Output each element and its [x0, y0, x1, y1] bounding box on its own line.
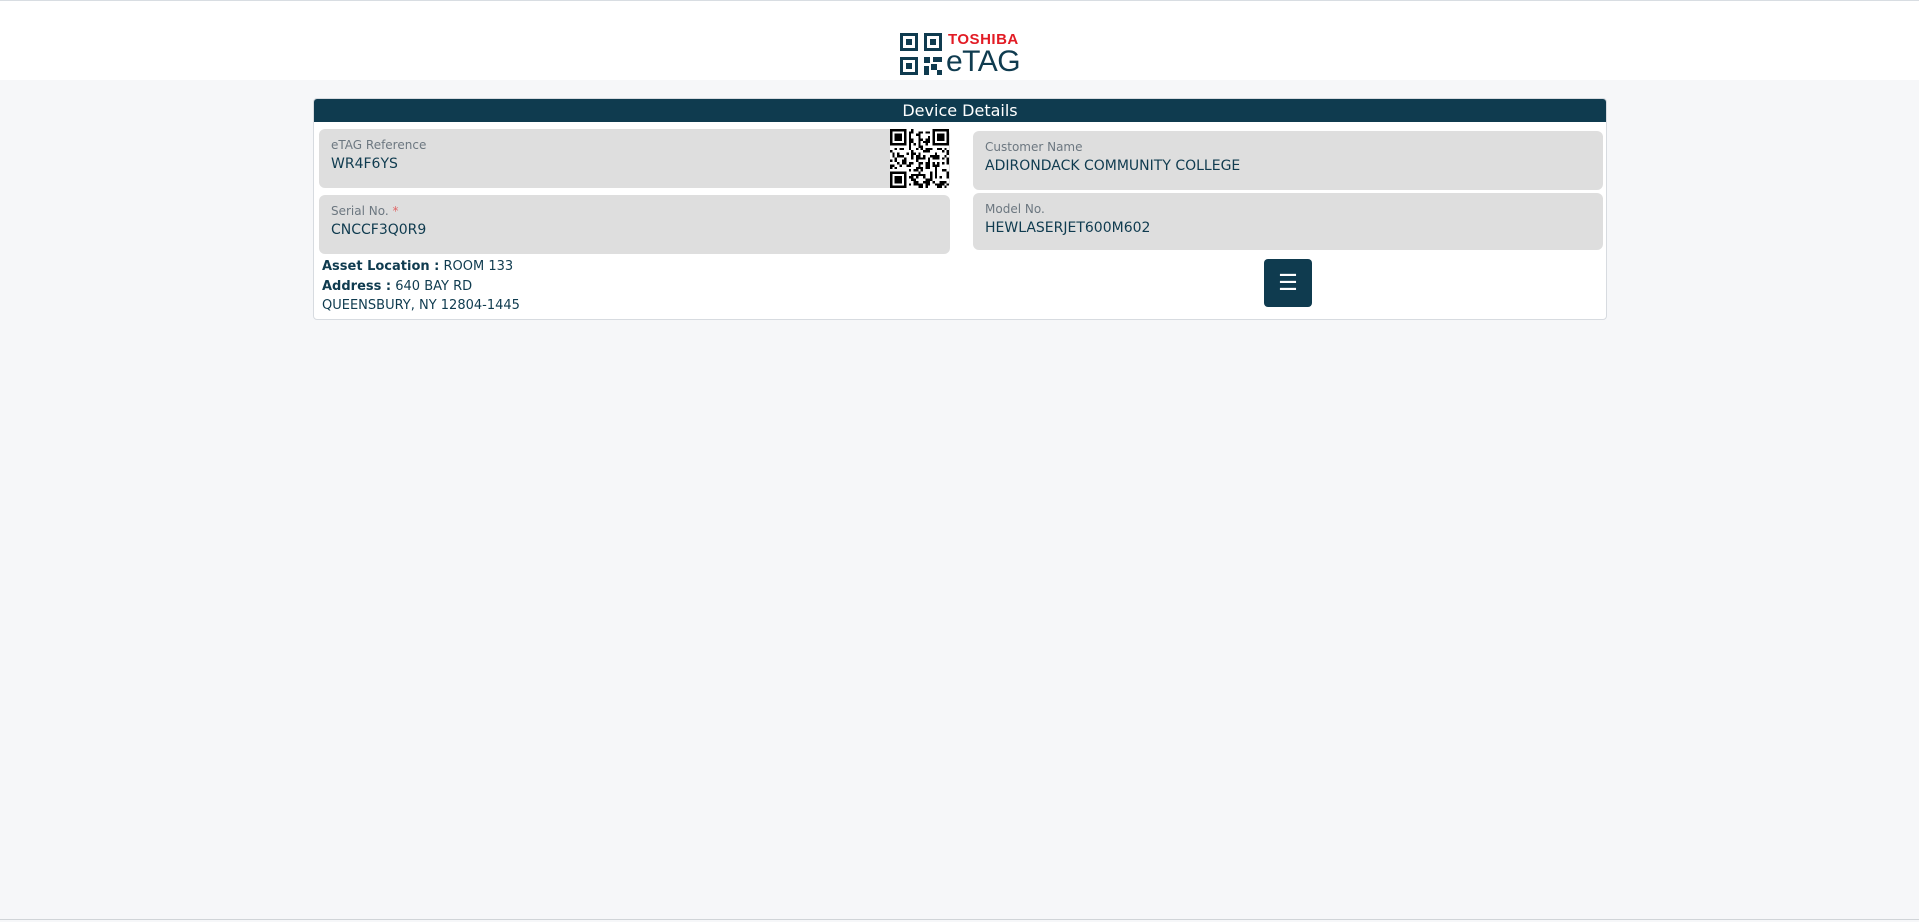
customer-name-value: ADIRONDACK COMMUNITY COLLEGE: [985, 158, 1241, 174]
model-no-value: HEWLASERJET600M602: [985, 220, 1151, 236]
address-line1: 640 BAY RD: [395, 279, 473, 294]
address-line2: QUEENSBURY, NY 12804-1445: [322, 298, 520, 313]
qr-code-icon: [890, 129, 949, 188]
serial-no-field[interactable]: Serial No. * CNCCF3Q0R9: [319, 195, 950, 254]
device-details-card: Device Details eTAG Reference WR4F6YS Se…: [313, 98, 1607, 320]
model-no-field[interactable]: Model No. HEWLASERJET600M602: [973, 193, 1603, 250]
bottom-scrollbar-track: [0, 919, 1919, 920]
top-bar: TOSHIBA eTAG: [0, 0, 1919, 80]
asset-location: Asset Location : ROOM 133: [322, 259, 513, 274]
etag-reference-label: eTAG Reference: [331, 138, 427, 152]
serial-no-value: CNCCF3Q0R9: [331, 222, 427, 238]
menu-button[interactable]: ☰: [1264, 259, 1312, 307]
address: Address : 640 BAY RD: [322, 279, 472, 294]
asset-location-label: Asset Location :: [322, 259, 440, 274]
asset-location-value: ROOM 133: [443, 259, 514, 274]
hamburger-menu-icon: ☰: [1278, 270, 1298, 295]
required-mark: *: [392, 204, 399, 218]
address-label: Address :: [322, 279, 392, 294]
product-name: eTAG: [946, 45, 1021, 78]
customer-name-field[interactable]: Customer Name ADIRONDACK COMMUNITY COLLE…: [973, 131, 1603, 190]
qr-logo-icon: [900, 33, 942, 75]
etag-reference-field[interactable]: eTAG Reference WR4F6YS: [319, 129, 950, 188]
serial-no-label: Serial No. *: [331, 204, 399, 218]
model-no-label: Model No.: [985, 202, 1045, 216]
customer-name-label: Customer Name: [985, 140, 1083, 154]
card-title: Device Details: [314, 99, 1606, 122]
etag-logo: TOSHIBA eTAG: [900, 31, 1022, 78]
etag-reference-value: WR4F6YS: [331, 156, 398, 172]
